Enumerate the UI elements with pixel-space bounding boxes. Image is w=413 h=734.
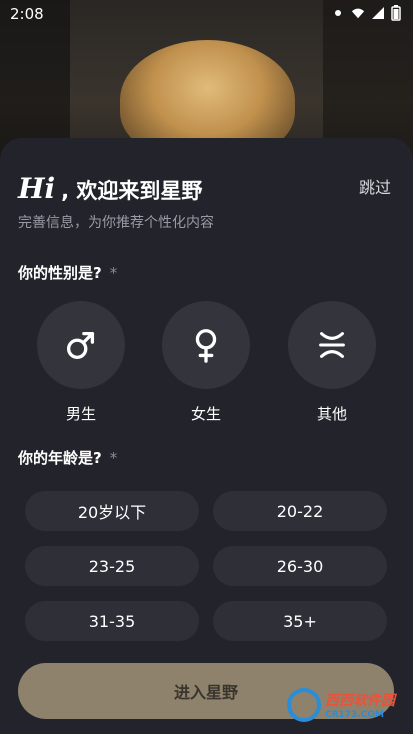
age-option[interactable]: 31-35 — [25, 601, 199, 641]
cellular-icon — [372, 7, 384, 19]
gender-option-female[interactable]: 女生 — [162, 301, 250, 424]
age-question: 你的年龄是? * — [18, 449, 118, 467]
watermark-url: CR173.COM — [325, 710, 384, 720]
status-time: 2:08 — [10, 5, 44, 23]
screen: 2:08 Hi , 欢迎来到星野 跳过 完善信息，为你推荐个性化内容 你的性别是… — [0, 0, 413, 734]
age-option[interactable]: 26-30 — [213, 546, 387, 586]
gender-label: 男生 — [65, 405, 96, 423]
page-title: , 欢迎来到星野 — [61, 179, 203, 203]
skip-button[interactable]: 跳过 — [359, 174, 391, 198]
wifi-icon — [351, 8, 365, 19]
gender-option-other[interactable]: 其他 — [288, 301, 376, 424]
watermark: 西西软件园 CR173.COM — [287, 688, 395, 722]
age-option[interactable]: 20岁以下 — [25, 491, 199, 531]
watermark-logo-icon — [287, 688, 321, 722]
female-symbol-icon — [195, 329, 217, 363]
gender-question: 你的性别是? * — [18, 264, 118, 282]
page-subtitle: 完善信息，为你推荐个性化内容 — [18, 215, 214, 231]
other-gender-icon — [319, 332, 345, 358]
required-mark: * — [109, 264, 118, 282]
status-bar: 2:08 — [0, 0, 413, 28]
required-mark: * — [109, 449, 118, 467]
battery-icon — [391, 5, 401, 21]
age-option[interactable]: 35+ — [213, 601, 387, 641]
gender-label: 女生 — [190, 405, 221, 423]
gender-option-male[interactable]: 男生 — [37, 301, 125, 424]
watermark-brand: 西西软件园 — [325, 693, 395, 709]
hi-logo: Hi — [18, 172, 56, 205]
male-symbol-icon — [66, 331, 95, 360]
onboarding-sheet: Hi , 欢迎来到星野 跳过 完善信息，为你推荐个性化内容 你的性别是? * 男生 — [0, 138, 413, 734]
age-option[interactable]: 23-25 — [25, 546, 199, 586]
age-option[interactable]: 20-22 — [213, 491, 387, 531]
signal-dot-icon — [335, 10, 341, 16]
gender-label: 其他 — [316, 405, 347, 423]
welcome-title: Hi , 欢迎来到星野 — [18, 172, 202, 205]
